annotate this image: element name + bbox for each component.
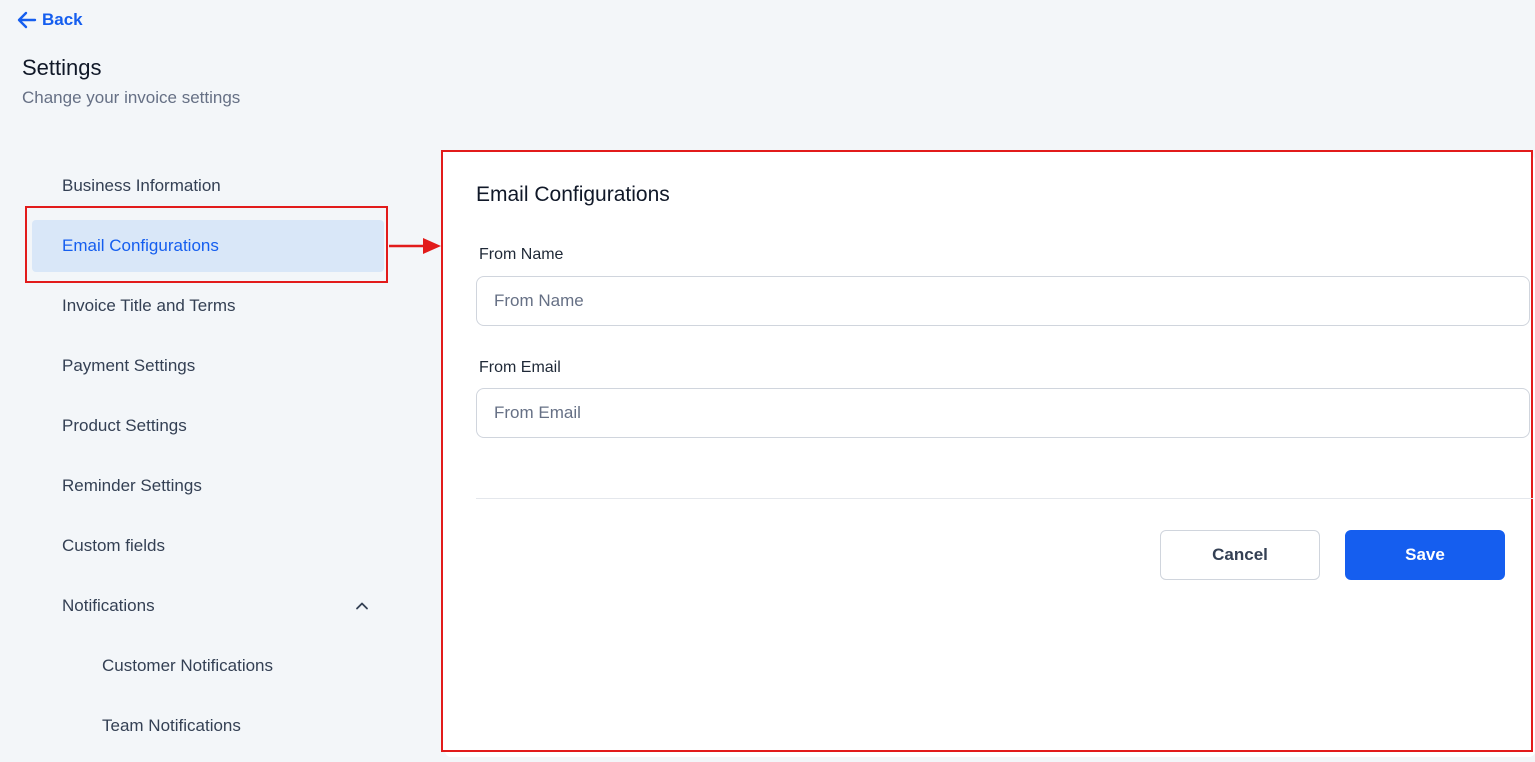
- sidebar-item-label: Business Information: [62, 176, 221, 195]
- sidebar-item-label: Invoice Title and Terms: [62, 296, 236, 315]
- sidebar-item-reminder-settings[interactable]: Reminder Settings: [32, 456, 384, 516]
- from-email-label: From Email: [479, 359, 561, 376]
- form-divider: [476, 498, 1533, 499]
- back-label: Back: [42, 10, 83, 29]
- sidebar-item-notifications[interactable]: Notifications: [32, 576, 384, 636]
- page-subtitle: Change your invoice settings: [22, 88, 241, 107]
- page-title: Settings: [22, 55, 102, 80]
- panel-title: Email Configurations: [476, 183, 670, 206]
- from-name-input[interactable]: [476, 276, 1530, 326]
- sidebar-item-invoice-title-and-terms[interactable]: Invoice Title and Terms: [32, 276, 384, 336]
- settings-sidebar: Business Information Email Configuration…: [32, 156, 384, 756]
- from-email-input[interactable]: [476, 388, 1530, 438]
- annotation-arrow-icon: [389, 238, 441, 254]
- sidebar-item-label: Customer Notifications: [102, 656, 274, 675]
- save-button[interactable]: Save: [1345, 530, 1505, 580]
- chevron-up-icon[interactable]: [354, 598, 370, 614]
- sidebar-item-label: Payment Settings: [62, 356, 196, 375]
- sidebar-item-email-configurations[interactable]: Email Configurations: [32, 220, 384, 272]
- sidebar-item-label: Custom fields: [62, 536, 165, 555]
- sidebar-item-product-settings[interactable]: Product Settings: [32, 396, 384, 456]
- from-name-label: From Name: [479, 246, 564, 263]
- sidebar-item-label: Product Settings: [62, 416, 187, 435]
- sidebar-item-payment-settings[interactable]: Payment Settings: [32, 336, 384, 396]
- sidebar-item-custom-fields[interactable]: Custom fields: [32, 516, 384, 576]
- back-link[interactable]: Back: [16, 8, 83, 32]
- arrow-left-icon: [16, 9, 38, 31]
- sidebar-item-label: Notifications: [62, 596, 155, 615]
- email-configurations-panel: Email Configurations From Name From Emai…: [441, 150, 1533, 752]
- sidebar-item-label: Reminder Settings: [62, 476, 202, 495]
- sidebar-item-label: Email Configurations: [62, 236, 219, 255]
- sidebar-item-business-information[interactable]: Business Information: [32, 156, 384, 216]
- sidebar-item-team-notifications[interactable]: Team Notifications: [32, 696, 384, 756]
- sidebar-item-customer-notifications[interactable]: Customer Notifications: [32, 636, 384, 696]
- sidebar-item-label: Team Notifications: [102, 716, 241, 735]
- cancel-button[interactable]: Cancel: [1160, 530, 1320, 580]
